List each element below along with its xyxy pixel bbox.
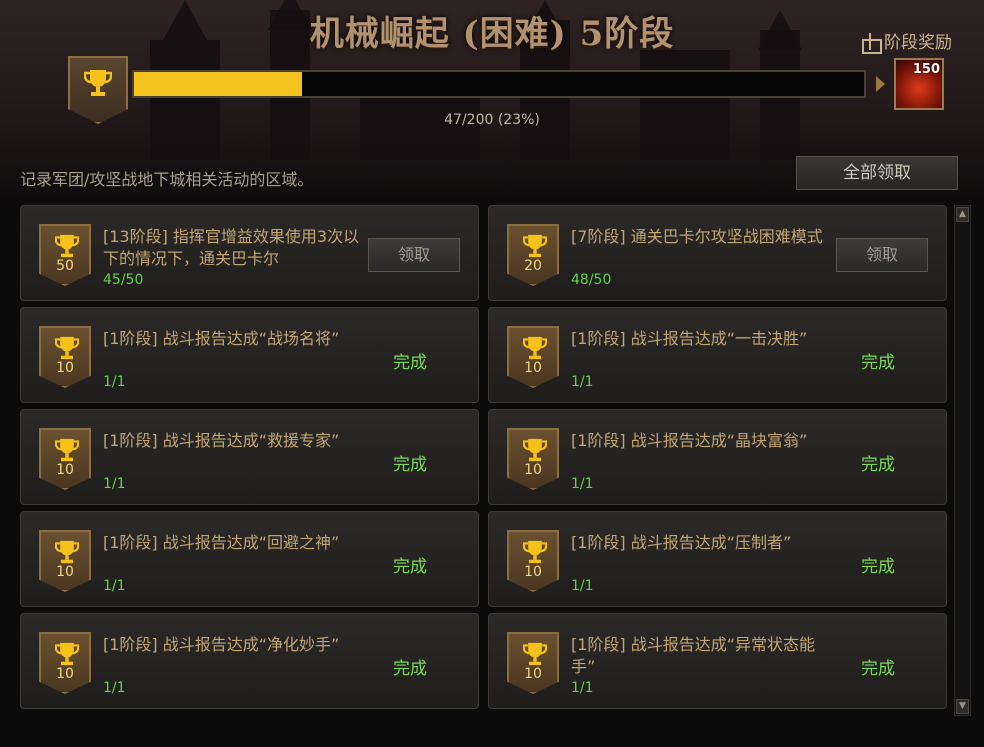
claim-button[interactable]: 领取 xyxy=(836,238,928,272)
trophy-icon xyxy=(55,336,79,360)
mission-title: [1阶段] 战斗报告达成“压制者” xyxy=(571,533,792,552)
trophy-icon xyxy=(55,234,79,258)
mission-title: [1阶段] 战斗报告达成“一击决胜” xyxy=(571,329,808,348)
trophy-icon xyxy=(55,540,79,564)
trophy-icon xyxy=(523,438,547,462)
mission-title: [7阶段] 通关巴卡尔攻坚战困难模式 xyxy=(571,227,823,246)
mission-points-badge: 10 xyxy=(39,530,91,592)
mission-points: 10 xyxy=(56,564,74,580)
completed-status: 完成 xyxy=(861,557,895,577)
mission-points: 10 xyxy=(524,666,542,682)
completed-status: 完成 xyxy=(393,353,427,373)
mission-points-badge: 20 xyxy=(507,224,559,286)
claim-button[interactable]: 领取 xyxy=(368,238,460,272)
mission-points: 20 xyxy=(524,258,542,274)
mission-card: 10 [1阶段] 战斗报告达成“压制者” 1/1 完成 xyxy=(488,511,947,607)
completed-status: 完成 xyxy=(393,557,427,577)
scrollbar[interactable]: ▲ ▼ xyxy=(954,205,971,716)
mission-progress: 1/1 xyxy=(103,578,126,594)
completed-status: 完成 xyxy=(393,659,427,679)
mission-points-badge: 10 xyxy=(39,428,91,490)
mission-points: 10 xyxy=(524,360,542,376)
stage-progress-bar xyxy=(132,70,866,98)
arrow-right-icon xyxy=(876,76,885,92)
trophy-icon xyxy=(55,642,79,666)
stage-reward-link[interactable]: 阶段奖励 xyxy=(860,28,952,54)
mission-progress: 1/1 xyxy=(103,374,126,390)
mission-points: 10 xyxy=(56,360,74,376)
mission-title: [1阶段] 战斗报告达成“晶块富翁” xyxy=(571,431,808,450)
mission-title: [1阶段] 战斗报告达成“战场名将” xyxy=(103,329,340,348)
trophy-icon xyxy=(55,438,79,462)
mission-points-badge: 50 xyxy=(39,224,91,286)
chevron-up-icon[interactable]: ▲ xyxy=(956,207,969,222)
mission-title: [1阶段] 战斗报告达成“净化妙手” xyxy=(103,635,340,654)
mission-progress: 1/1 xyxy=(103,680,126,696)
trophy-icon xyxy=(523,540,547,564)
mission-progress: 1/1 xyxy=(571,476,594,492)
mission-points-badge: 10 xyxy=(507,530,559,592)
page-title: 机械崛起 (困难) 5阶段 xyxy=(309,14,675,54)
completed-status: 完成 xyxy=(393,455,427,475)
mission-card: 10 [1阶段] 战斗报告达成“救援专家” 1/1 完成 xyxy=(20,409,479,505)
description: 记录军团/攻坚战地下城相关活动的区域。 xyxy=(20,170,314,189)
mission-points: 10 xyxy=(56,666,74,682)
mission-progress: 1/1 xyxy=(571,578,594,594)
completed-status: 完成 xyxy=(861,353,895,373)
mission-points-badge: 10 xyxy=(507,632,559,694)
mission-progress: 48/50 xyxy=(571,272,612,288)
mission-card: 20 [7阶段] 通关巴卡尔攻坚战困难模式 48/50 领取 xyxy=(488,205,947,301)
chevron-down-icon[interactable]: ▼ xyxy=(956,699,969,714)
mission-card: 10 [1阶段] 战斗报告达成“回避之神” 1/1 完成 xyxy=(20,511,479,607)
trophy-icon xyxy=(523,642,547,666)
trophy-icon xyxy=(523,234,547,258)
mission-progress: 1/1 xyxy=(103,476,126,492)
stage-progress-fill xyxy=(134,72,302,96)
mission-points: 10 xyxy=(524,462,542,478)
mission-title: [1阶段] 战斗报告达成“回避之神” xyxy=(103,533,340,552)
mission-points-badge: 10 xyxy=(507,428,559,490)
trophy-icon xyxy=(523,336,547,360)
mission-points-badge: 10 xyxy=(39,326,91,388)
mission-points: 10 xyxy=(524,564,542,580)
stage-reward-label: 阶段奖励 xyxy=(884,33,952,53)
gift-icon xyxy=(860,31,882,54)
trophy-icon xyxy=(84,70,112,96)
mission-points-badge: 10 xyxy=(39,632,91,694)
progress-text: 47/200 (23%) xyxy=(444,112,540,128)
mission-progress: 1/1 xyxy=(571,680,594,696)
mission-card: 10 [1阶段] 战斗报告达成“战场名将” 1/1 完成 xyxy=(20,307,479,403)
mission-progress: 1/1 xyxy=(571,374,594,390)
mission-points: 10 xyxy=(56,462,74,478)
mission-card: 10 [1阶段] 战斗报告达成“净化妙手” 1/1 完成 xyxy=(20,613,479,709)
completed-status: 完成 xyxy=(861,659,895,679)
mission-title: [1阶段] 战斗报告达成“异常状态能手” xyxy=(571,635,816,676)
completed-status: 完成 xyxy=(861,455,895,475)
stage-reward-item[interactable]: 150 xyxy=(894,58,944,110)
claim-all-button[interactable]: 全部领取 xyxy=(796,156,958,190)
mission-card: 10 [1阶段] 战斗报告达成“一击决胜” 1/1 完成 xyxy=(488,307,947,403)
mission-card: 50 [13阶段] 指挥官增益效果使用3次以下的情况下，通关巴卡尔 45/50 领取 xyxy=(20,205,479,301)
mission-progress: 45/50 xyxy=(103,272,144,288)
mission-card: 10 [1阶段] 战斗报告达成“晶块富翁” 1/1 完成 xyxy=(488,409,947,505)
mission-title: [1阶段] 战斗报告达成“救援专家” xyxy=(103,431,340,450)
mission-title: [13阶段] 指挥官增益效果使用3次以下的情况下，通关巴卡尔 xyxy=(103,227,360,268)
mission-card: 10 [1阶段] 战斗报告达成“异常状态能手” 1/1 完成 xyxy=(488,613,947,709)
mission-points: 50 xyxy=(56,258,74,274)
reward-quantity: 150 xyxy=(912,62,940,77)
mission-points-badge: 10 xyxy=(507,326,559,388)
